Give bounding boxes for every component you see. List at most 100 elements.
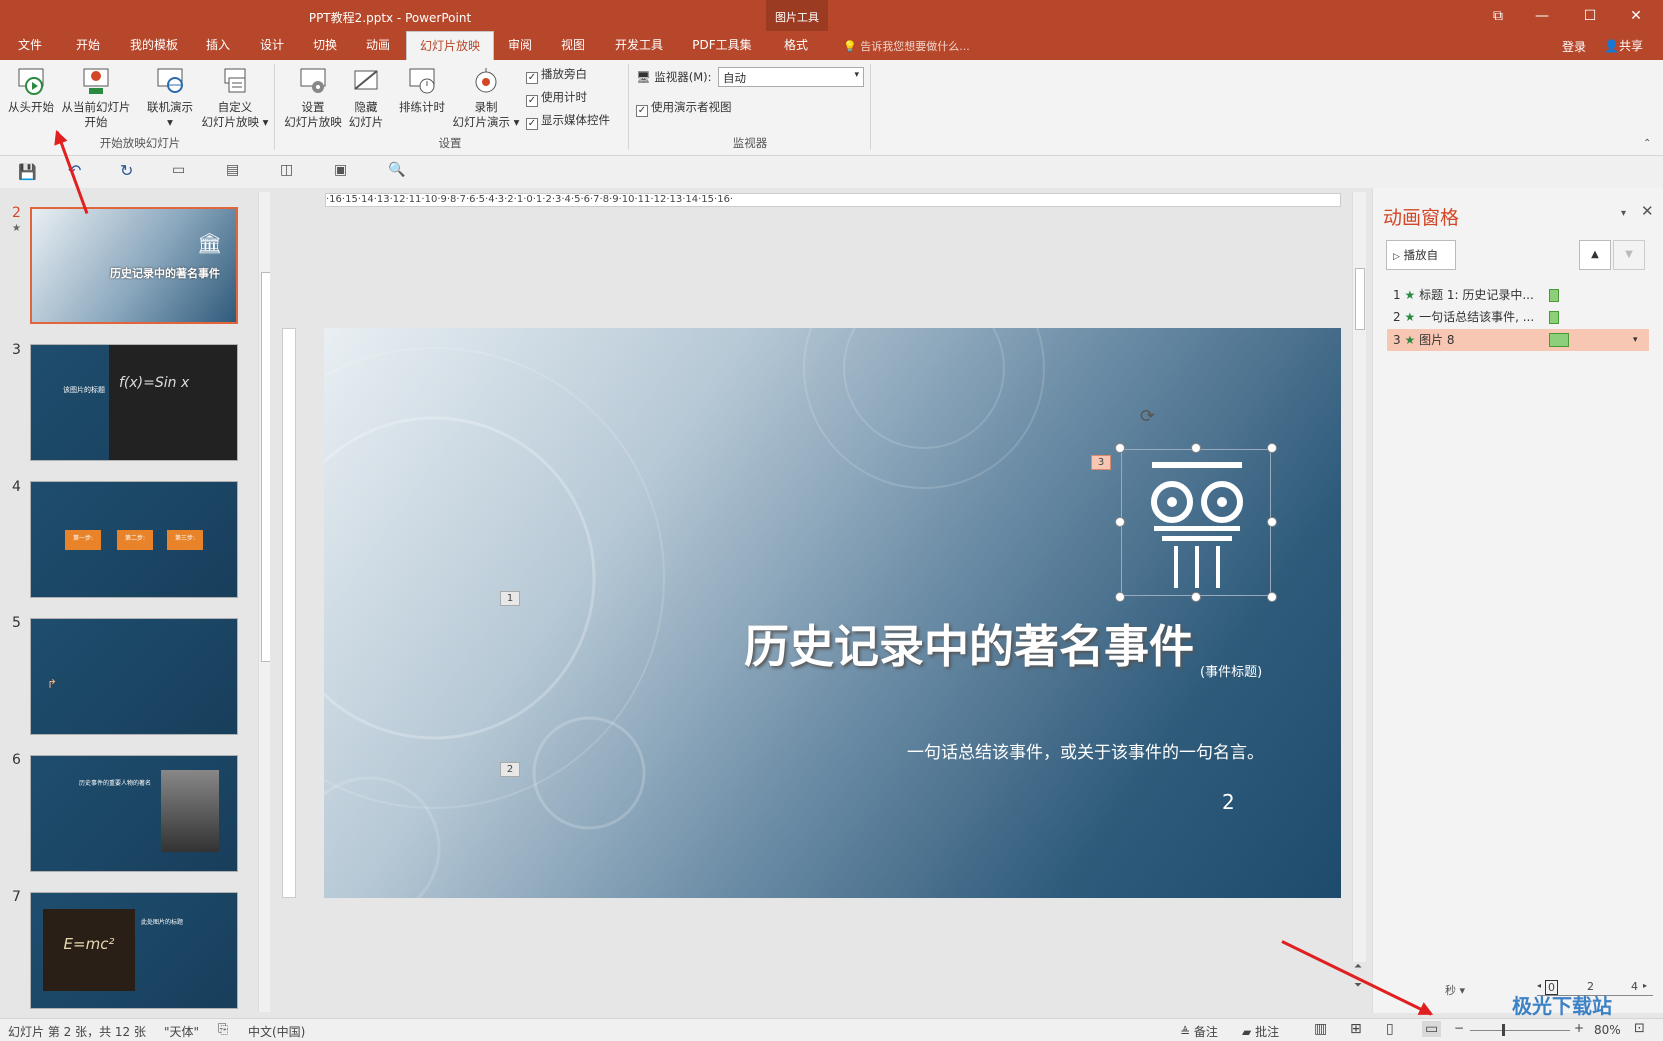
slideshow-qat-icon[interactable]: ▭ bbox=[172, 162, 185, 178]
close-button[interactable]: ✕ bbox=[1616, 2, 1656, 30]
timeline-right-icon[interactable]: ▸ bbox=[1643, 981, 1647, 990]
reading-view-icon[interactable]: ▯ bbox=[1386, 1021, 1394, 1037]
save-icon[interactable]: 💾 bbox=[18, 163, 37, 181]
slide-thumbnail-7[interactable]: E=mc² 此处图片的标题 bbox=[30, 892, 238, 1009]
tab-view[interactable]: 视图 bbox=[553, 31, 593, 60]
monitor-icon: 🖥 bbox=[636, 70, 651, 84]
spellcheck-icon[interactable]: ⎘ bbox=[218, 1022, 228, 1037]
thumb-number: 4 bbox=[12, 479, 21, 495]
present-online-button[interactable]: 联机演示 ▾ bbox=[140, 62, 200, 130]
entrance-star-icon: ★ bbox=[1404, 310, 1416, 324]
textbox-qat-icon[interactable]: ▤ bbox=[226, 162, 239, 178]
tab-pdf-tools[interactable]: PDF工具集 bbox=[684, 31, 760, 60]
timeline-left-icon[interactable]: ◂ bbox=[1537, 981, 1541, 990]
use-timings-checkbox[interactable]: ✓ 使用计时 bbox=[526, 89, 587, 107]
rehearse-timer-icon bbox=[409, 68, 435, 94]
horizontal-ruler: ·16·15·14·13·12·11·10·9·8·7·6·5·4·3·2·1·… bbox=[325, 193, 1341, 207]
tab-animations[interactable]: 动画 bbox=[358, 31, 398, 60]
move-down-button[interactable]: ▼ bbox=[1613, 240, 1645, 270]
slideshow-view-icon[interactable]: ▭ bbox=[1422, 1021, 1442, 1037]
tab-my-templates[interactable]: 我的模板 bbox=[124, 31, 184, 60]
tab-home[interactable]: 开始 bbox=[68, 31, 108, 60]
close-icon[interactable]: ✕ bbox=[1641, 202, 1654, 220]
pane-options-icon[interactable]: ▾ bbox=[1621, 208, 1626, 219]
record-slideshow-button[interactable]: 录制 幻灯片演示 ▾ bbox=[448, 62, 524, 130]
play-from-button[interactable]: ▷ 播放自 bbox=[1386, 240, 1456, 270]
previous-slide-icon[interactable]: ⏶ bbox=[1354, 961, 1362, 972]
tab-design[interactable]: 设计 bbox=[252, 31, 292, 60]
collapse-ribbon-icon[interactable]: ⌃ bbox=[1643, 138, 1651, 149]
window-title: PPT教程2.pptx - PowerPoint bbox=[308, 11, 472, 25]
slide-title[interactable]: 历史记录中的著名事件 bbox=[734, 610, 1194, 675]
hide-slide-button[interactable]: 隐藏 幻灯片 bbox=[346, 62, 386, 130]
zoom-in-icon[interactable]: + bbox=[1574, 1021, 1584, 1035]
presenter-view-checkbox[interactable]: ✓ 使用演示者视图 bbox=[636, 99, 732, 117]
chevron-down-icon[interactable]: ▾ bbox=[1633, 329, 1638, 351]
setup-slideshow-button[interactable]: 设置 幻灯片放映 bbox=[280, 62, 346, 130]
monitor-label: 🖥 监视器(M): bbox=[636, 69, 712, 85]
animation-item-1[interactable]: 1 ★ 标题 1: 历史记录中... bbox=[1387, 284, 1649, 306]
seconds-dropdown[interactable]: 秒 ▾ bbox=[1445, 982, 1465, 998]
from-start-label: 从头开始 bbox=[8, 100, 54, 114]
editor-scrollbar[interactable] bbox=[1352, 192, 1366, 962]
animation-item-3[interactable]: 3 ★ 图片 8 ▾ bbox=[1387, 329, 1649, 351]
rotate-handle-icon[interactable]: ⟳ bbox=[1140, 406, 1155, 427]
slide-title-note[interactable]: (事件标题) bbox=[1200, 661, 1262, 680]
rehearse-timings-button[interactable]: 排练计时 bbox=[394, 62, 450, 115]
zoom-slider-thumb[interactable] bbox=[1502, 1024, 1505, 1036]
play-narrations-checkbox[interactable]: ✓ 播放旁白 bbox=[526, 66, 587, 84]
zoom-level[interactable]: 80% bbox=[1594, 1023, 1621, 1037]
checkbox-checked-icon: ✓ bbox=[526, 72, 538, 84]
slide-thumbnail-2[interactable]: 历史记录中的著名事件 🏛 bbox=[30, 207, 238, 324]
language-indicator[interactable]: 中文(中国) bbox=[248, 1023, 305, 1040]
preview-qat-icon[interactable]: 🔍 bbox=[388, 162, 405, 178]
maximize-button[interactable]: ☐ bbox=[1570, 2, 1610, 30]
share-button[interactable]: 👤共享 bbox=[1604, 37, 1643, 54]
notes-button[interactable]: ≜ 备注 bbox=[1180, 1023, 1218, 1040]
custom-slideshow-button[interactable]: 自定义 幻灯片放映 ▾ bbox=[200, 62, 270, 130]
login-link[interactable]: 登录 bbox=[1562, 38, 1586, 55]
zoom-slider[interactable] bbox=[1470, 1030, 1570, 1031]
ribbon: 从头开始 从当前幻灯片 开始 联机演示 ▾ 自定义 幻灯片放映 ▾ 开始放映幻灯… bbox=[0, 60, 1663, 156]
minimize-button[interactable]: — bbox=[1522, 2, 1562, 30]
animation-tag-3[interactable]: 3 bbox=[1091, 455, 1111, 470]
restore-ribbon-icon[interactable]: ⧉ bbox=[1478, 2, 1518, 30]
comment-icon: ▰ bbox=[1242, 1025, 1252, 1039]
tell-me-search[interactable]: 💡 告诉我您想要做什么... bbox=[843, 38, 970, 54]
editor-scroll-thumb[interactable] bbox=[1355, 268, 1365, 330]
animation-item-2[interactable]: 2 ★ 一句话总结该事件, ... bbox=[1387, 306, 1649, 328]
present-qat-icon[interactable]: ◫ bbox=[280, 162, 293, 178]
fit-to-window-icon[interactable]: ⊡ bbox=[1634, 1021, 1645, 1036]
tab-review[interactable]: 审阅 bbox=[500, 31, 540, 60]
from-current-label-2: 开始 bbox=[84, 115, 108, 129]
tab-transitions[interactable]: 切换 bbox=[305, 31, 345, 60]
normal-view-icon[interactable]: ▥ bbox=[1314, 1021, 1327, 1037]
zoom-out-icon[interactable]: − bbox=[1454, 1021, 1464, 1035]
checkbox-checked-icon: ✓ bbox=[526, 118, 538, 130]
slide-thumbnail-3[interactable]: 该图片的标题 f(x)=Sin x bbox=[30, 344, 238, 461]
show-media-controls-checkbox[interactable]: ✓ 显示媒体控件 bbox=[526, 112, 610, 130]
animation-pane-title: 动画窗格 bbox=[1383, 207, 1460, 229]
slide-thumbnail-4[interactable]: 第一步: 第二步: 第三步: bbox=[30, 481, 238, 598]
tab-insert[interactable]: 插入 bbox=[198, 31, 238, 60]
slide-subtitle[interactable]: 一句话总结该事件，或关于该事件的一句名言。 bbox=[744, 738, 1264, 763]
monitor-select[interactable]: 自动 ▾ bbox=[718, 67, 864, 87]
slide-thumbnail-5[interactable]: ↱ bbox=[30, 618, 238, 735]
slide-canvas[interactable]: 1 2 3 ⟳ 历史记录中的著名事件 (事件标题) 一句话总结该事件，或关于该事… bbox=[324, 328, 1341, 898]
tab-file[interactable]: 文件 bbox=[10, 31, 50, 60]
from-current-button[interactable]: 从当前幻灯片 开始 bbox=[58, 62, 134, 130]
animation-tag-2[interactable]: 2 bbox=[500, 762, 520, 777]
move-up-button[interactable]: ▲ bbox=[1579, 240, 1611, 270]
comments-button[interactable]: ▰ 批注 bbox=[1242, 1023, 1279, 1040]
selection-handles[interactable] bbox=[1114, 442, 1278, 604]
repeat-icon[interactable]: ↻ bbox=[120, 161, 133, 180]
tab-developer[interactable]: 开发工具 bbox=[606, 31, 672, 60]
from-start-button[interactable]: 从头开始 bbox=[4, 62, 58, 115]
slide-sorter-icon[interactable]: ⊞ bbox=[1350, 1021, 1362, 1037]
tab-format[interactable]: 格式 bbox=[772, 31, 820, 60]
animation-tag-1[interactable]: 1 bbox=[500, 591, 520, 606]
slide-thumbnail-6[interactable]: 历史事件的重要人物的著名 bbox=[30, 755, 238, 872]
record-icon bbox=[475, 68, 497, 93]
tab-slideshow[interactable]: 幻灯片放映 bbox=[406, 31, 494, 60]
setup-qat-icon[interactable]: ▣ bbox=[334, 162, 347, 178]
